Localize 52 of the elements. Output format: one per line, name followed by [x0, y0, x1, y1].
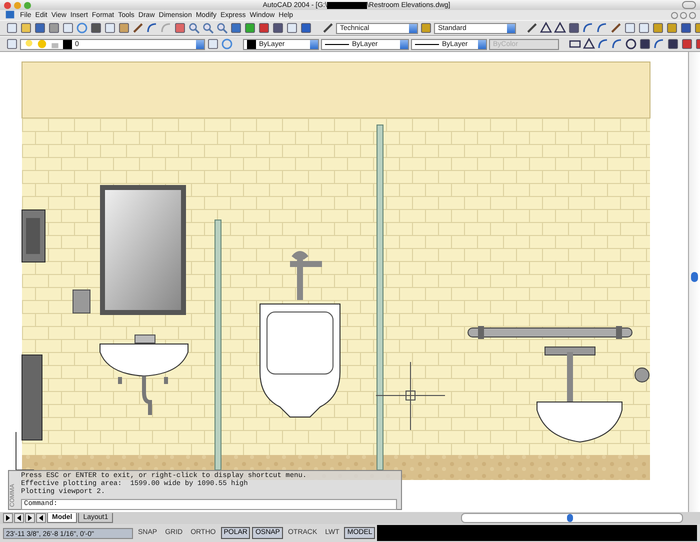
- horizontal-scrollbar[interactable]: [461, 513, 683, 523]
- restore-button[interactable]: [680, 12, 687, 18]
- close-button[interactable]: [689, 12, 696, 18]
- page-icon[interactable]: [624, 22, 636, 34]
- ucs-axis-icon: [16, 432, 34, 470]
- arc-icon[interactable]: [597, 38, 609, 50]
- page-icon[interactable]: [62, 22, 74, 34]
- scroll-thumb[interactable]: [567, 514, 573, 522]
- rectangle-icon[interactable]: [569, 38, 581, 50]
- page-icon[interactable]: [286, 22, 298, 34]
- triangle-icon[interactable]: [540, 22, 552, 34]
- circle-icon[interactable]: [625, 38, 637, 50]
- color-swatch-icon: [63, 40, 72, 48]
- tab-scroll-icon[interactable]: [14, 513, 24, 523]
- color-swatch-icon: [247, 40, 256, 48]
- toilet-paper-holder-drawing: [634, 368, 650, 382]
- globe-icon[interactable]: [76, 22, 88, 34]
- tab-scroll-icon[interactable]: [36, 513, 46, 523]
- tab-scroll-icon[interactable]: [25, 513, 35, 523]
- brush-icon[interactable]: [610, 22, 622, 34]
- toolbar-toggle-button[interactable]: [682, 1, 696, 9]
- magnifier-icon[interactable]: [202, 22, 214, 34]
- magnifier-icon[interactable]: [188, 22, 200, 34]
- square-icon[interactable]: [667, 38, 679, 50]
- scroll-thumb[interactable]: [691, 272, 698, 282]
- page-icon[interactable]: [207, 38, 219, 50]
- arc-icon[interactable]: [582, 22, 594, 34]
- pencil-icon[interactable]: [322, 22, 334, 34]
- page-icon[interactable]: [638, 22, 650, 34]
- lightbulb-icon: [24, 39, 34, 49]
- vertical-scrollbar[interactable]: [688, 52, 700, 512]
- brush-icon[interactable]: [132, 22, 144, 34]
- magnifier-icon[interactable]: [216, 22, 228, 34]
- arc-icon[interactable]: [611, 38, 623, 50]
- soap-dispenser-drawing: [72, 290, 90, 314]
- towel-dispenser-drawing: [22, 210, 46, 262]
- crosshair-cursor-icon: [376, 362, 446, 430]
- arc-icon[interactable]: [653, 38, 665, 50]
- page-icon[interactable]: [104, 22, 116, 34]
- minimize-button[interactable]: [671, 12, 678, 18]
- globe-icon[interactable]: [221, 38, 233, 50]
- page-icon[interactable]: [6, 22, 18, 34]
- close-button[interactable]: [4, 2, 11, 8]
- redaction-block: [326, 2, 367, 8]
- arc-icon[interactable]: [596, 22, 608, 34]
- app-icon[interactable]: [4, 10, 16, 20]
- triangle-icon[interactable]: [554, 22, 566, 34]
- sun-icon: [37, 39, 47, 49]
- tab-scroll-icon[interactable]: [3, 513, 13, 523]
- pencil-icon[interactable]: [526, 22, 538, 34]
- flush-valve-drawing: [287, 251, 325, 303]
- page-icon[interactable]: [6, 38, 18, 50]
